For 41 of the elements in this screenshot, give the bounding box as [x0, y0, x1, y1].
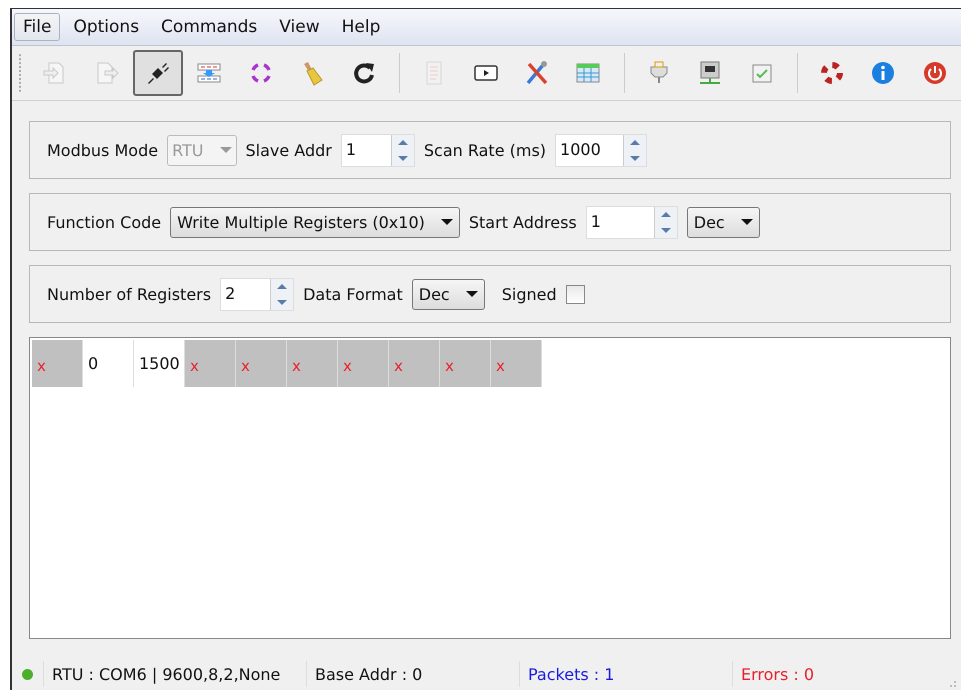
menu-item[interactable]: Commands — [152, 13, 266, 41]
format-dropdown[interactable]: Dec — [686, 206, 760, 238]
field-label: Modbus Mode — [47, 140, 158, 160]
register-cell: x — [185, 340, 236, 387]
connection-status: RTU : COM6 | 9600,8,2,None — [43, 661, 306, 687]
spin-box[interactable]: 1 — [340, 134, 415, 166]
dropdown-arrow-icon — [740, 219, 753, 225]
register-cell: x — [338, 340, 389, 387]
field-label: Scan Rate (ms) — [424, 140, 546, 160]
spin-box[interactable]: 1000 — [555, 134, 648, 166]
format-dropdown[interactable]: Dec — [412, 278, 485, 310]
register-cell: x — [32, 340, 83, 387]
toolbar-grip[interactable] — [18, 53, 22, 93]
field-label: Data Format — [303, 284, 403, 304]
dropdown-arrow-icon — [466, 291, 478, 297]
field-label: Number of Registers — [47, 284, 212, 304]
dropdown-arrow-icon — [440, 219, 453, 225]
spin-box[interactable]: 2 — [220, 278, 294, 310]
register-cell: x — [440, 340, 491, 387]
menu-item[interactable]: File — [14, 13, 60, 41]
checkbox[interactable] — [566, 284, 585, 304]
dropdown-arrow-icon — [220, 147, 232, 153]
resize-grip-icon — [947, 678, 957, 688]
field-label: Start Address — [468, 212, 577, 232]
function-dropdown[interactable]: Write Multiple Registers (0x10) — [170, 206, 460, 238]
packet-count: Packets : 1 — [519, 661, 732, 687]
checkbox-label: Signed — [502, 284, 557, 304]
spin-box[interactable]: 1 — [586, 206, 678, 238]
plug-button[interactable] — [132, 50, 184, 96]
field-label: Slave Addr — [246, 140, 332, 160]
register-cell: x — [236, 340, 287, 387]
register-cell: x — [491, 340, 542, 387]
field-label: Function Code — [47, 212, 162, 232]
register-cell: x — [287, 340, 338, 387]
status-led — [22, 668, 33, 680]
base-address: Base Addr : 0 — [306, 661, 519, 687]
menu-item[interactable]: Options — [64, 13, 148, 41]
error-count: Errors : 0 — [732, 661, 941, 687]
menu-item[interactable]: Help — [332, 13, 390, 41]
menu-item[interactable]: View — [270, 13, 329, 41]
register-cell: x — [389, 340, 440, 387]
